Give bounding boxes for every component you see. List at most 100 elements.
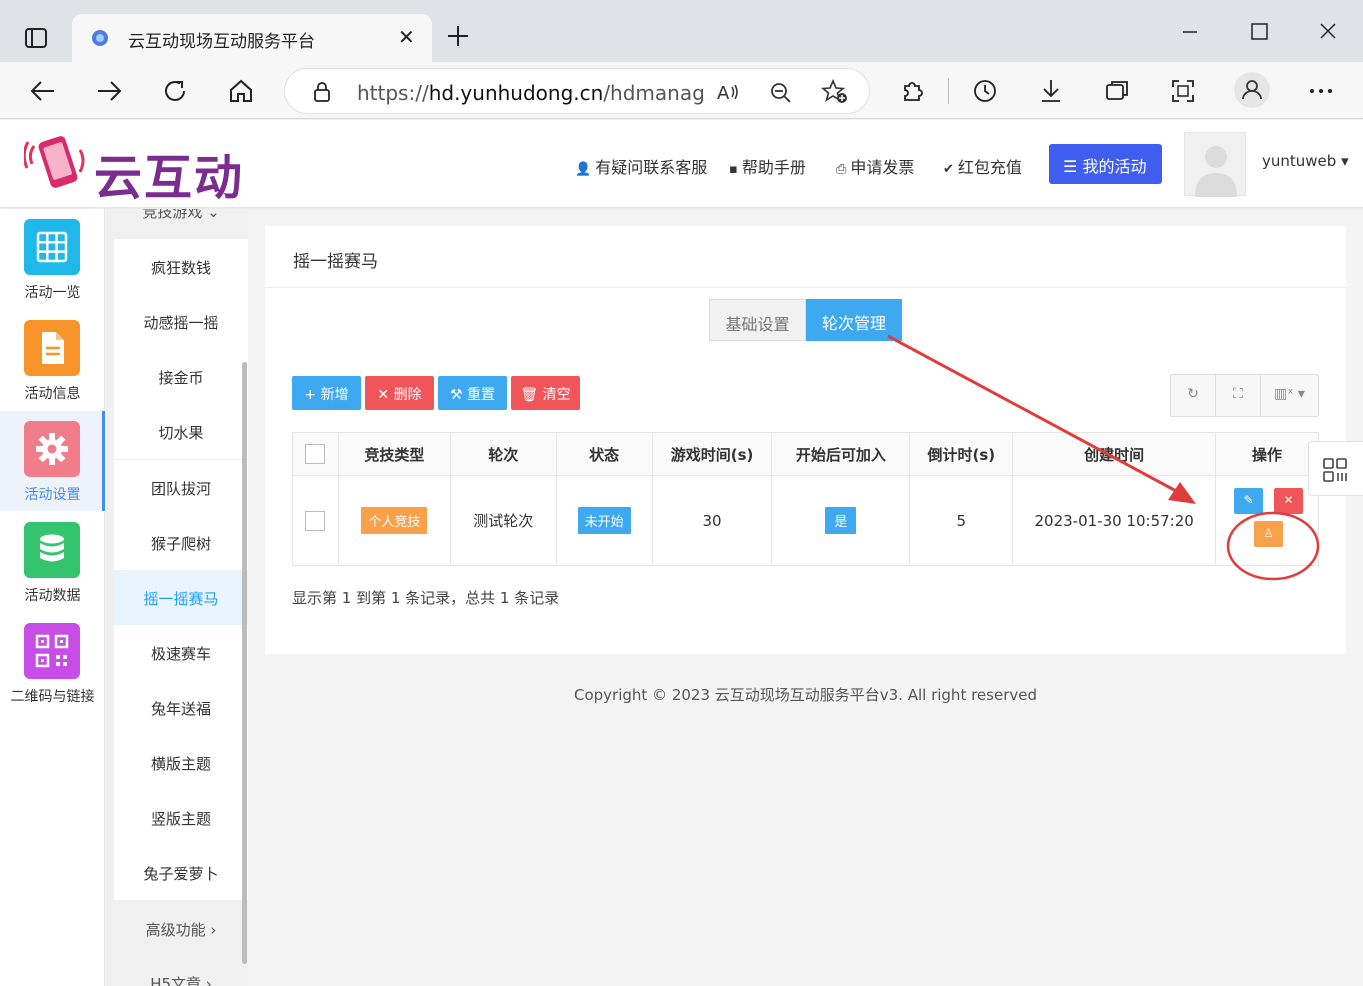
screenshot-icon[interactable] <box>1168 76 1198 106</box>
logo-text: 云互动 <box>94 150 245 206</box>
submenu-scrollbar[interactable] <box>242 362 247 964</box>
gear-icon <box>24 421 80 477</box>
submenu-item[interactable]: 疯狂数钱 <box>114 239 248 294</box>
floating-qrcode-button[interactable] <box>1308 441 1363 496</box>
extensions-icon[interactable] <box>897 76 927 106</box>
sidebar-item-activity-data[interactable]: 活动数据 <box>0 512 105 612</box>
participants-button[interactable]: ♙ <box>1254 521 1284 547</box>
chevron-right-icon: › <box>210 921 217 939</box>
submenu-group-h5[interactable]: H5文章 › <box>114 973 248 986</box>
created-time-cell: 2023-01-30 10:57:20 <box>1012 475 1217 566</box>
submenu-item[interactable]: 接金币 <box>114 349 248 404</box>
columns-toggle-icon[interactable]: ▥ˣ ▾ <box>1261 375 1318 416</box>
svg-text:A: A <box>717 83 730 103</box>
pagination-info: 显示第 1 到第 1 条记录，总共 1 条记录 <box>292 589 560 607</box>
back-icon[interactable] <box>28 76 58 106</box>
column-header[interactable]: 轮次 <box>449 432 557 476</box>
browser-tab-active[interactable]: 云互动现场互动服务平台 ✕ <box>72 14 432 62</box>
column-header[interactable]: 倒计时(s) <box>909 432 1014 476</box>
tab-actions-icon[interactable] <box>22 24 50 52</box>
status-badge: 未开始 <box>577 507 631 534</box>
lock-icon[interactable] <box>311 81 333 107</box>
add-button[interactable]: + 新增 <box>292 376 361 410</box>
submenu-item[interactable]: 极速赛车 <box>114 625 248 680</box>
sidebar-item-activity-overview[interactable]: 活动一览 <box>0 209 105 309</box>
submenu-group-advanced[interactable]: 高级功能 › <box>114 919 248 949</box>
submenu-item[interactable]: 猴子爬树 <box>114 515 248 570</box>
submenu-item[interactable]: 兔子爱萝卜 <box>114 845 248 900</box>
barcode-icon <box>1323 458 1347 482</box>
my-activity-button[interactable]: ☰ 我的活动 <box>1049 144 1162 184</box>
new-tab-icon[interactable] <box>444 22 472 50</box>
row-checkbox[interactable] <box>305 510 326 531</box>
hammer-icon: ⚒ <box>449 387 463 403</box>
tab-title: 云互动现场互动服务平台 <box>128 32 315 52</box>
status-cell: 未开始 <box>555 475 653 566</box>
contact-support-link[interactable]: 👤 有疑问联系客服 <box>575 154 707 178</box>
tab-basic-settings[interactable]: 基础设置 <box>709 299 806 341</box>
divider <box>265 287 1346 288</box>
submenu-item[interactable]: 竖版主题 <box>114 790 248 845</box>
sub-sidebar: 竞技游戏 ⌄ 疯狂数钱 动感摇一摇 接金币 切水果 团队拔河 猴子爬树 摇一摇赛… <box>106 209 248 986</box>
submenu-item[interactable]: 横版主题 <box>114 735 248 790</box>
history-icon[interactable] <box>970 76 1000 106</box>
join-badge: 是 <box>825 507 857 534</box>
clear-button[interactable]: 🗑 清空 <box>511 376 580 410</box>
page-title: 摇一摇赛马 <box>293 252 378 272</box>
username-menu[interactable]: yuntuweb ▾ <box>1262 152 1349 170</box>
avatar[interactable] <box>1184 132 1246 197</box>
profile-icon[interactable] <box>1234 72 1270 108</box>
sidebar-item-activity-settings[interactable]: 活动设置 <box>0 411 105 511</box>
submenu-item[interactable]: 兔年送福 <box>114 680 248 735</box>
game-time-cell: 30 <box>651 475 773 566</box>
submenu-item-active[interactable]: 摇一摇赛马 <box>114 570 248 625</box>
countdown-cell: 5 <box>909 475 1014 566</box>
sidebar-item-qrcode-links[interactable]: 二维码与链接 <box>0 613 105 713</box>
read-aloud-icon[interactable]: A <box>717 81 741 107</box>
app-header: 云互动 👤 有疑问联系客服 ▪ 帮助手册 ⎙ 申请发票 ✔ 红包充值 ☰ 我的活动 yu… <box>0 120 1363 208</box>
submenu-item[interactable]: 切水果 <box>114 404 248 459</box>
close-tab-icon[interactable]: ✕ <box>398 27 415 47</box>
help-manual-link[interactable]: ▪ 帮助手册 <box>729 154 806 178</box>
home-icon[interactable] <box>226 76 256 106</box>
tab-round-management[interactable]: 轮次管理 <box>806 299 902 341</box>
invoice-link[interactable]: ⎙ 申请发票 <box>836 154 914 178</box>
minimize-icon[interactable] <box>1176 18 1204 46</box>
refresh-icon[interactable] <box>160 76 190 106</box>
maximize-icon[interactable] <box>1245 18 1273 46</box>
red-packet-recharge-link[interactable]: ✔ 红包充值 <box>943 154 1022 178</box>
submenu-item[interactable]: 团队拔河 <box>114 460 248 515</box>
actions-cell: ✎ ✕ ♙ <box>1215 475 1319 566</box>
submenu-group-competitive-games[interactable]: 竞技游戏 ⌄ <box>114 209 248 231</box>
column-header[interactable]: 游戏时间(s) <box>651 432 773 476</box>
downloads-icon[interactable] <box>1036 76 1066 106</box>
zoom-out-icon[interactable] <box>769 81 793 109</box>
sidebar-item-activity-info[interactable]: 活动信息 <box>0 310 105 410</box>
browser-address-bar: https://hd.yunhudong.cn/hdmanag... A <box>0 62 1363 119</box>
column-header[interactable]: 创建时间 <box>1012 432 1217 476</box>
plus-icon: + <box>304 387 317 403</box>
close-window-icon[interactable] <box>1314 18 1342 46</box>
edit-button[interactable]: ✎ <box>1234 488 1264 514</box>
column-header[interactable]: 竞技类型 <box>337 432 451 476</box>
site-favicon-icon <box>90 28 110 48</box>
forward-icon[interactable] <box>94 76 124 106</box>
chevron-right-icon: › <box>205 975 212 986</box>
column-header[interactable]: 状态 <box>555 432 653 476</box>
fullscreen-icon[interactable]: ⛶ <box>1216 375 1261 416</box>
delete-row-button[interactable]: ✕ <box>1274 488 1304 514</box>
submenu-item[interactable]: 动感摇一摇 <box>114 294 248 349</box>
collections-icon[interactable] <box>1102 76 1132 106</box>
header-select-all[interactable] <box>292 432 339 476</box>
select-all-checkbox[interactable] <box>305 444 326 464</box>
url-field[interactable]: https://hd.yunhudong.cn/hdmanag... A <box>284 68 870 114</box>
type-badge: 个人竞技 <box>361 507 428 534</box>
site-logo[interactable]: 云互动 <box>24 132 264 206</box>
column-header[interactable]: 开始后可加入 <box>771 432 911 476</box>
refresh-table-icon[interactable]: ↻ <box>1171 375 1216 416</box>
add-favorite-icon[interactable] <box>820 78 849 109</box>
reset-button[interactable]: ⚒ 重置 <box>438 376 507 410</box>
more-menu-icon[interactable] <box>1306 76 1336 106</box>
delete-button[interactable]: ✕ 删除 <box>365 376 434 410</box>
close-icon: ✕ <box>1283 493 1294 507</box>
